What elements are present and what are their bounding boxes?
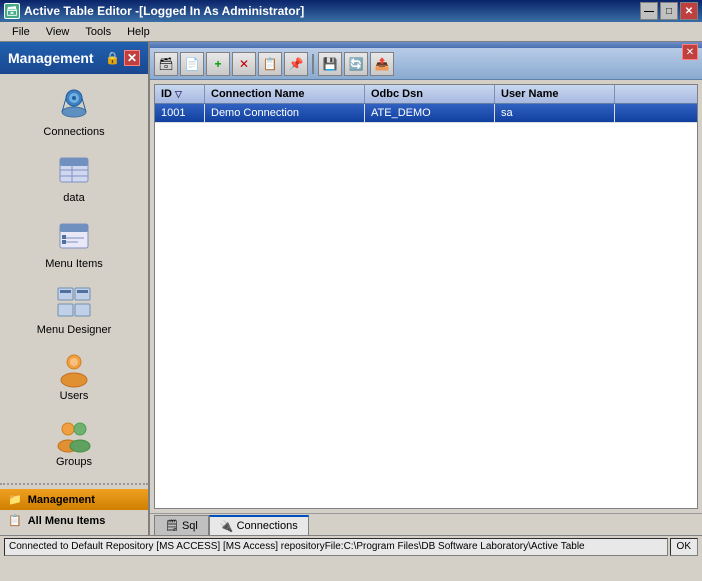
sql-tab-icon: 🗒	[165, 519, 179, 532]
menu-items-icon	[54, 216, 94, 256]
menu-help[interactable]: Help	[119, 24, 158, 40]
connections-icon	[54, 84, 94, 124]
sidebar-items: Connections data	[0, 74, 148, 483]
toolbar-btn-new[interactable]: 📄	[180, 52, 204, 76]
column-header-id[interactable]: ID ▽	[155, 85, 205, 103]
toolbar-btn-delete[interactable]: ✕	[232, 52, 256, 76]
menu-designer-label: Menu Designer	[37, 324, 112, 336]
data-label: data	[63, 192, 84, 204]
col-user-label: User Name	[501, 88, 558, 100]
title-controls: — □ ✕	[640, 2, 698, 20]
column-header-connection-name[interactable]: Connection Name	[205, 85, 365, 103]
app-icon: 🗃	[4, 3, 20, 19]
all-menu-items-nav-icon: 📋	[8, 514, 22, 527]
toolbar: 🗃 📄 + ✕ 📋 📌 💾 🔄 📤	[150, 48, 702, 80]
users-icon	[54, 348, 94, 388]
menu-tools[interactable]: Tools	[77, 24, 119, 40]
data-icon	[54, 150, 94, 190]
title-bar: 🗃 Active Table Editor -[Logged In As Adm…	[0, 0, 702, 22]
menu-items-label: Menu Items	[45, 258, 102, 270]
toolbar-btn-db[interactable]: 🗃	[154, 52, 178, 76]
status-ok: OK	[670, 538, 698, 556]
title-bar-left: 🗃 Active Table Editor -[Logged In As Adm…	[4, 3, 304, 19]
sidebar-close-button[interactable]: ✕	[124, 50, 140, 66]
menu-view[interactable]: View	[38, 24, 78, 40]
toolbar-btn-save[interactable]: 💾	[318, 52, 342, 76]
cell-odbc-dsn: ATE_DEMO	[365, 104, 495, 122]
col-id-label: ID	[161, 88, 172, 100]
toolbar-separator	[312, 54, 314, 74]
column-header-odbc-dsn[interactable]: Odbc Dsn	[365, 85, 495, 103]
connections-tab-icon: 🔌	[220, 520, 234, 533]
status-bar: Connected to Default Repository [MS ACCE…	[0, 535, 702, 557]
table-header: ID ▽ Connection Name Odbc Dsn User Name	[155, 85, 697, 104]
lock-icon: 🔒	[105, 51, 120, 65]
sidebar-title: Management	[8, 50, 94, 66]
close-button[interactable]: ✕	[680, 2, 698, 20]
toolbar-btn-refresh[interactable]: 🔄	[344, 52, 368, 76]
sidebar-item-menu-items[interactable]: Menu Items	[0, 210, 148, 276]
sidebar-header: Management 🔒 ✕	[0, 42, 148, 74]
toolbar-btn-add[interactable]: +	[206, 52, 230, 76]
tab-sql[interactable]: 🗒 Sql	[154, 515, 209, 535]
status-text: Connected to Default Repository [MS ACCE…	[4, 538, 668, 556]
sidebar-item-users[interactable]: Users	[0, 342, 148, 408]
sidebar-item-sql[interactable]: SQL query SQL	[0, 474, 148, 483]
management-nav-label: Management	[28, 494, 95, 506]
cell-connection-name: Demo Connection	[205, 104, 365, 122]
content-close-button[interactable]: ✕	[682, 44, 698, 60]
connections-label: Connections	[43, 126, 104, 138]
toolbar-btn-export[interactable]: 📤	[370, 52, 394, 76]
col-name-label: Connection Name	[211, 88, 305, 100]
minimize-button[interactable]: —	[640, 2, 658, 20]
cell-user-name: sa	[495, 104, 615, 122]
management-nav-icon: 📁	[8, 493, 22, 506]
connections-tab-label: Connections	[237, 520, 298, 532]
tab-connections[interactable]: 🔌 Connections	[209, 515, 309, 535]
sidebar-item-connections[interactable]: Connections	[0, 78, 148, 144]
table-container: ID ▽ Connection Name Odbc Dsn User Name …	[154, 84, 698, 509]
users-label: Users	[60, 390, 89, 402]
menu-file[interactable]: File	[4, 24, 38, 40]
groups-icon	[54, 414, 94, 454]
maximize-button[interactable]: □	[660, 2, 678, 20]
content-wrapper: ✕ 🗃 📄 + ✕ 📋 📌 💾 🔄 📤 ID ▽ Connection	[150, 42, 702, 535]
sidebar-nav-management[interactable]: 📁 Management	[0, 489, 148, 510]
tab-bar: 🗒 Sql 🔌 Connections	[150, 513, 702, 535]
window-title: Active Table Editor -[Logged In As Admin…	[24, 4, 304, 18]
main-container: Management 🔒 ✕ Con	[0, 42, 702, 535]
col-dsn-label: Odbc Dsn	[371, 88, 423, 100]
groups-label: Groups	[56, 456, 92, 468]
sidebar-bottom: 📁 Management 📋 All Menu Items	[0, 483, 148, 535]
sidebar-item-menu-designer[interactable]: Menu Designer	[0, 276, 148, 342]
menu-designer-icon	[54, 282, 94, 322]
sidebar-nav-all-menu-items[interactable]: 📋 All Menu Items	[0, 510, 148, 531]
table-row[interactable]: 1001 Demo Connection ATE_DEMO sa	[155, 104, 697, 123]
toolbar-btn-paste[interactable]: 📌	[284, 52, 308, 76]
all-menu-items-nav-label: All Menu Items	[28, 515, 106, 527]
sql-tab-label: Sql	[182, 520, 198, 532]
sidebar-item-groups[interactable]: Groups	[0, 408, 148, 474]
menu-bar: File View Tools Help	[0, 22, 702, 42]
col-id-sort: ▽	[175, 89, 182, 100]
sidebar-item-data[interactable]: data	[0, 144, 148, 210]
cell-id: 1001	[155, 104, 205, 122]
column-header-user-name[interactable]: User Name	[495, 85, 615, 103]
sidebar: Management 🔒 ✕ Con	[0, 42, 150, 535]
toolbar-btn-copy[interactable]: 📋	[258, 52, 282, 76]
